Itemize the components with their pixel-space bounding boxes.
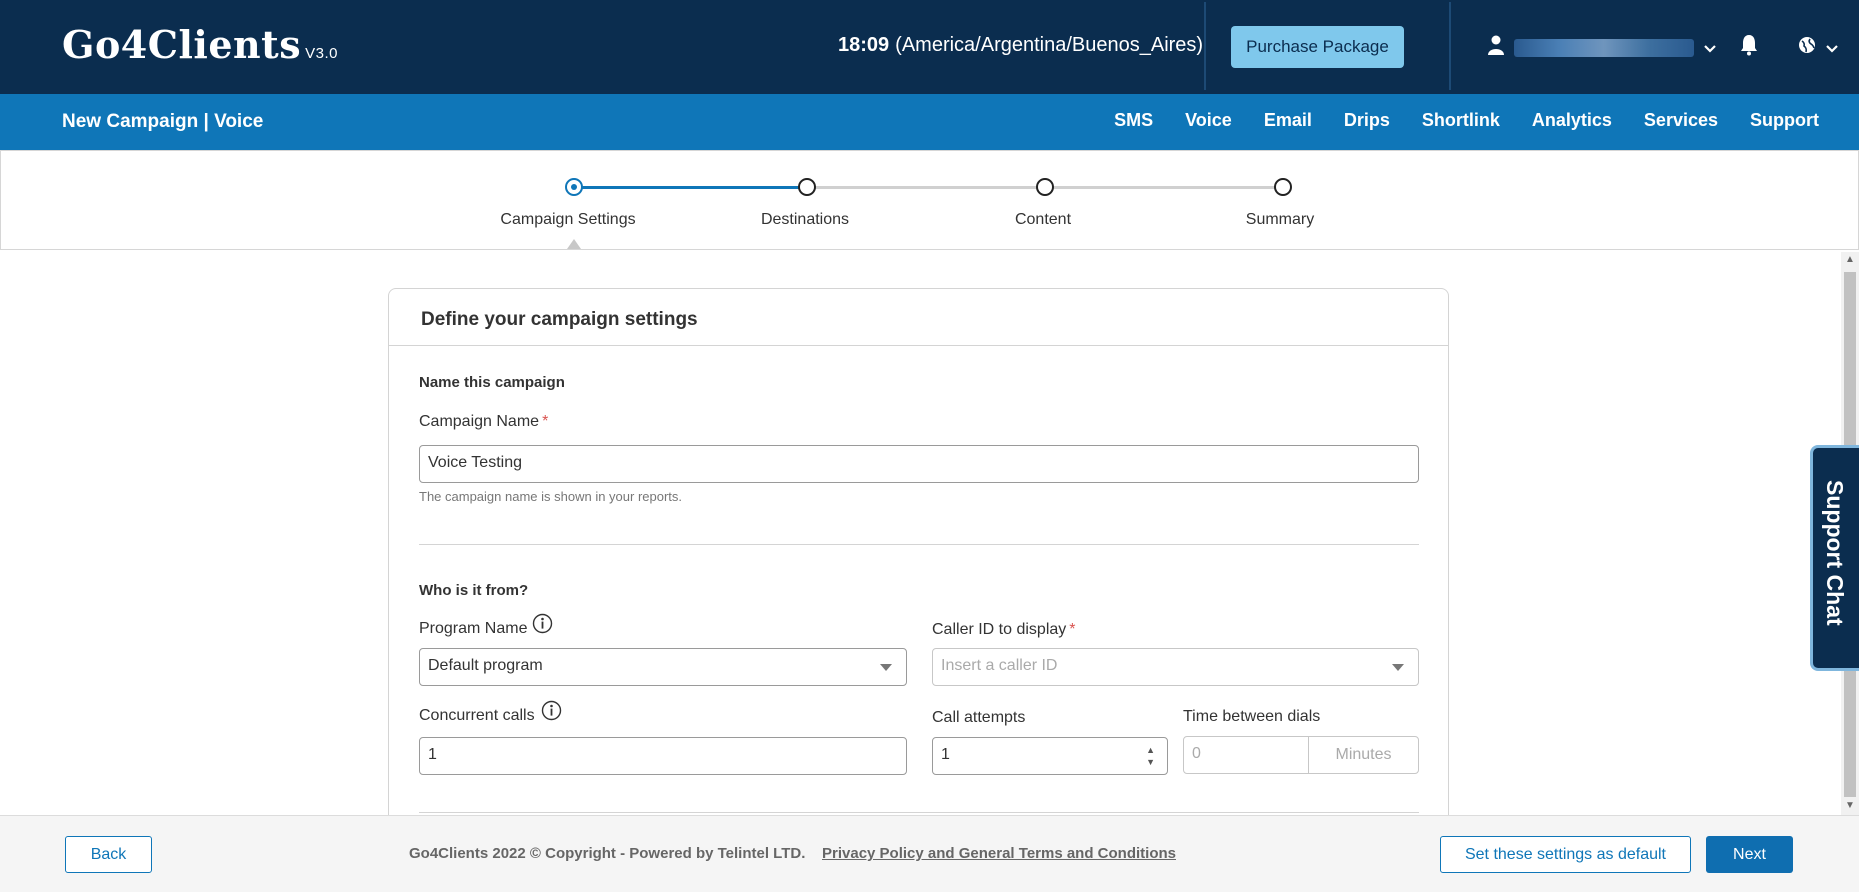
- call-attempts-stepper[interactable]: 1 ▲ ▼: [932, 737, 1168, 775]
- support-chat-tab[interactable]: Support Chat: [1810, 445, 1859, 671]
- nav-item-shortlink[interactable]: Shortlink: [1422, 110, 1500, 131]
- step-label-content[interactable]: Content: [1015, 211, 1071, 229]
- section-title-name: Name this campaign: [419, 374, 565, 391]
- next-button[interactable]: Next: [1706, 836, 1793, 873]
- nav-item-services[interactable]: Services: [1644, 110, 1718, 131]
- user-menu[interactable]: [1488, 35, 1716, 60]
- chevron-down-icon: [880, 664, 892, 671]
- main-nav: New Campaign | Voice SMS Voice Email Dri…: [0, 94, 1859, 150]
- campaign-settings-card: Define your campaign settings Name this …: [388, 288, 1449, 848]
- step-dot-summary[interactable]: [1274, 178, 1292, 196]
- chevron-down-icon: [1826, 40, 1838, 56]
- app-logo[interactable]: Go4Clients V3.0: [62, 22, 338, 67]
- nav-item-support[interactable]: Support: [1750, 110, 1819, 131]
- step-dot-content[interactable]: [1036, 178, 1054, 196]
- caller-id-placeholder: Insert a caller ID: [941, 657, 1058, 674]
- time-between-dials-input[interactable]: 0 Minutes: [1183, 736, 1419, 774]
- scroll-up-icon[interactable]: ▲: [1845, 254, 1855, 265]
- nav-item-email[interactable]: Email: [1264, 110, 1312, 131]
- spinner-arrows-icon[interactable]: ▲ ▼: [1146, 744, 1155, 768]
- header-divider: [1204, 2, 1206, 90]
- required-mark: *: [542, 413, 549, 430]
- campaign-name-label: Campaign Name *: [419, 413, 548, 431]
- support-chat-label: Support Chat: [1822, 480, 1848, 626]
- program-name-select[interactable]: Default program: [419, 648, 907, 686]
- language-menu[interactable]: [1798, 36, 1838, 59]
- required-mark: *: [1069, 621, 1076, 638]
- caller-id-select[interactable]: Insert a caller ID: [932, 648, 1419, 686]
- nav-menu: SMS Voice Email Drips Shortlink Analytic…: [1082, 110, 1819, 131]
- nav-item-voice[interactable]: Voice: [1185, 110, 1232, 131]
- program-name-label: Program Name: [419, 620, 528, 637]
- globe-icon: [1798, 36, 1816, 59]
- section-title-from: Who is it from?: [419, 582, 529, 599]
- time-between-dials-label: Time between dials: [1183, 708, 1321, 725]
- step-label-campaign-settings[interactable]: Campaign Settings: [500, 211, 635, 229]
- call-attempts-label: Call attempts: [932, 709, 1026, 726]
- privacy-policy-link[interactable]: Privacy Policy and General Terms and Con…: [822, 845, 1176, 862]
- nav-item-drips[interactable]: Drips: [1344, 110, 1390, 131]
- minutes-addon: Minutes: [1308, 736, 1418, 774]
- divider: [389, 345, 1448, 346]
- caller-id-label: Caller ID to display *: [932, 621, 1076, 639]
- program-name-value: Default program: [428, 657, 543, 674]
- caller-id-label-text: Caller ID to display: [932, 621, 1067, 638]
- campaign-name-label-text: Campaign Name: [419, 413, 540, 430]
- time-between-dials-placeholder: 0: [1192, 745, 1201, 762]
- call-attempts-value: 1: [941, 746, 950, 763]
- info-icon[interactable]: [532, 613, 553, 639]
- concurrent-calls-input[interactable]: 1: [419, 737, 907, 775]
- nav-item-analytics[interactable]: Analytics: [1532, 110, 1612, 131]
- set-default-button[interactable]: Set these settings as default: [1440, 836, 1691, 873]
- step-label-summary[interactable]: Summary: [1246, 211, 1314, 229]
- nav-item-sms[interactable]: SMS: [1114, 110, 1153, 131]
- card-title: Define your campaign settings: [421, 309, 698, 330]
- top-header: Go4Clients V3.0 18:09 (America/Argentina/B…: [0, 0, 1859, 94]
- scroll-down-icon[interactable]: ▼: [1845, 800, 1855, 811]
- user-name-redacted: [1514, 38, 1694, 57]
- step-dot-campaign-settings[interactable]: [565, 178, 583, 196]
- campaign-name-input[interactable]: Voice Testing: [419, 445, 1419, 483]
- logo-text: Go4Clients: [62, 22, 302, 67]
- clock: 18:09 (America/Argentina/Buenos_Aires): [838, 34, 1203, 57]
- footer: Back Go4Clients 2022 © Copyright - Power…: [0, 815, 1859, 892]
- app-version: V3.0: [305, 45, 338, 62]
- current-time: 18:09: [838, 34, 890, 56]
- divider: [419, 812, 1419, 813]
- divider: [419, 544, 1419, 545]
- campaign-name-hint: The campaign name is shown in your repor…: [419, 489, 683, 504]
- chevron-down-icon: [1392, 664, 1404, 671]
- user-icon: [1488, 35, 1504, 60]
- purchase-package-button[interactable]: Purchase Package: [1231, 26, 1404, 68]
- back-button[interactable]: Back: [65, 836, 152, 873]
- header-divider: [1449, 2, 1451, 90]
- page-title: New Campaign | Voice: [62, 111, 264, 132]
- active-step-caret: [567, 239, 581, 249]
- step-label-destinations[interactable]: Destinations: [761, 211, 849, 229]
- chevron-down-icon: [1704, 40, 1716, 56]
- copyright-text: Go4Clients 2022 © Copyright - Powered by…: [409, 845, 806, 862]
- step-dot-destinations[interactable]: [798, 178, 816, 196]
- info-icon[interactable]: [541, 700, 562, 726]
- bell-icon[interactable]: [1740, 34, 1758, 61]
- step-progress-line: [574, 186, 807, 189]
- timezone-label: (America/Argentina/Buenos_Aires): [895, 34, 1204, 56]
- concurrent-calls-label: Concurrent calls: [419, 707, 535, 724]
- campaign-stepper: Campaign Settings Destinations Content S…: [0, 150, 1859, 250]
